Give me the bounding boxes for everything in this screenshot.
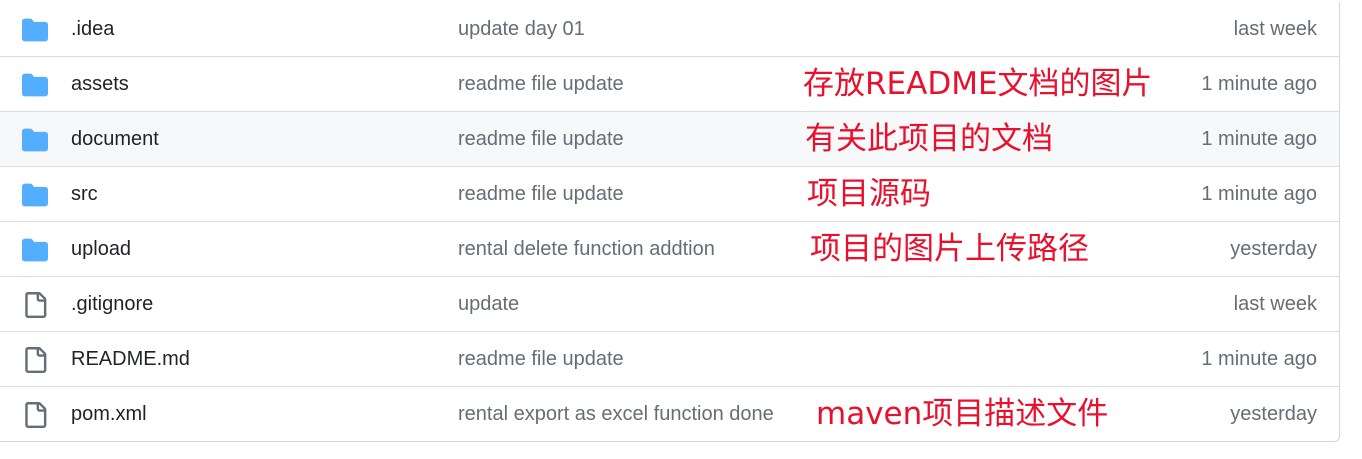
file-name-link[interactable]: .idea xyxy=(71,2,114,57)
file-icon xyxy=(25,292,47,318)
commit-message-link[interactable]: rental delete function addtion xyxy=(458,222,715,277)
commit-message-link[interactable]: readme file update xyxy=(458,57,624,112)
file-name-link[interactable]: pom.xml xyxy=(71,387,147,442)
commit-time: yesterday xyxy=(1230,403,1317,425)
commit-message-link[interactable]: update day 01 xyxy=(458,2,585,57)
table-row[interactable]: assets readme file update 存放README文档的图片 … xyxy=(0,57,1339,112)
file-list: .idea update day 01 last week assets rea… xyxy=(0,2,1340,442)
folder-icon xyxy=(22,73,48,97)
commit-message-link[interactable]: readme file update xyxy=(458,112,624,167)
folder-icon xyxy=(22,238,48,262)
file-icon xyxy=(25,347,47,373)
commit-time: 1 minute ago xyxy=(1201,73,1317,95)
table-row[interactable]: .gitignore update last week xyxy=(0,277,1339,332)
annotation-text: 有关此项目的文档 xyxy=(805,121,1053,157)
table-row[interactable]: README.md readme file update 1 minute ag… xyxy=(0,332,1339,387)
annotation-text: 项目源码 xyxy=(807,176,931,212)
commit-message-link[interactable]: readme file update xyxy=(458,167,624,222)
annotation-text: 项目的图片上传路径 xyxy=(810,231,1089,267)
file-name-link[interactable]: .gitignore xyxy=(71,277,153,332)
commit-time: 1 minute ago xyxy=(1201,348,1317,370)
annotation-text: maven项目描述文件 xyxy=(816,396,1109,432)
commit-time: last week xyxy=(1233,293,1317,315)
annotation-text: 存放README文档的图片 xyxy=(803,66,1153,102)
commit-message-link[interactable]: rental export as excel function done xyxy=(458,387,774,442)
file-name-link[interactable]: document xyxy=(71,112,159,167)
commit-time: last week xyxy=(1233,18,1317,40)
table-row[interactable]: .idea update day 01 last week xyxy=(0,2,1339,57)
file-name-link[interactable]: upload xyxy=(71,222,131,277)
commit-time: yesterday xyxy=(1230,238,1317,260)
commit-message-link[interactable]: readme file update xyxy=(458,332,624,387)
file-icon xyxy=(25,402,47,428)
file-name-link[interactable]: src xyxy=(71,167,98,222)
table-row[interactable]: pom.xml rental export as excel function … xyxy=(0,387,1339,442)
file-name-link[interactable]: README.md xyxy=(71,332,190,387)
table-row[interactable]: upload rental delete function addtion 项目… xyxy=(0,222,1339,277)
folder-icon xyxy=(22,128,48,152)
file-name-link[interactable]: assets xyxy=(71,57,129,112)
commit-time: 1 minute ago xyxy=(1201,183,1317,205)
table-row[interactable]: document readme file update 有关此项目的文档 1 m… xyxy=(0,112,1339,167)
table-row[interactable]: src readme file update 项目源码 1 minute ago xyxy=(0,167,1339,222)
folder-icon xyxy=(22,18,48,42)
folder-icon xyxy=(22,183,48,207)
commit-time: 1 minute ago xyxy=(1201,128,1317,150)
commit-message-link[interactable]: update xyxy=(458,277,519,332)
